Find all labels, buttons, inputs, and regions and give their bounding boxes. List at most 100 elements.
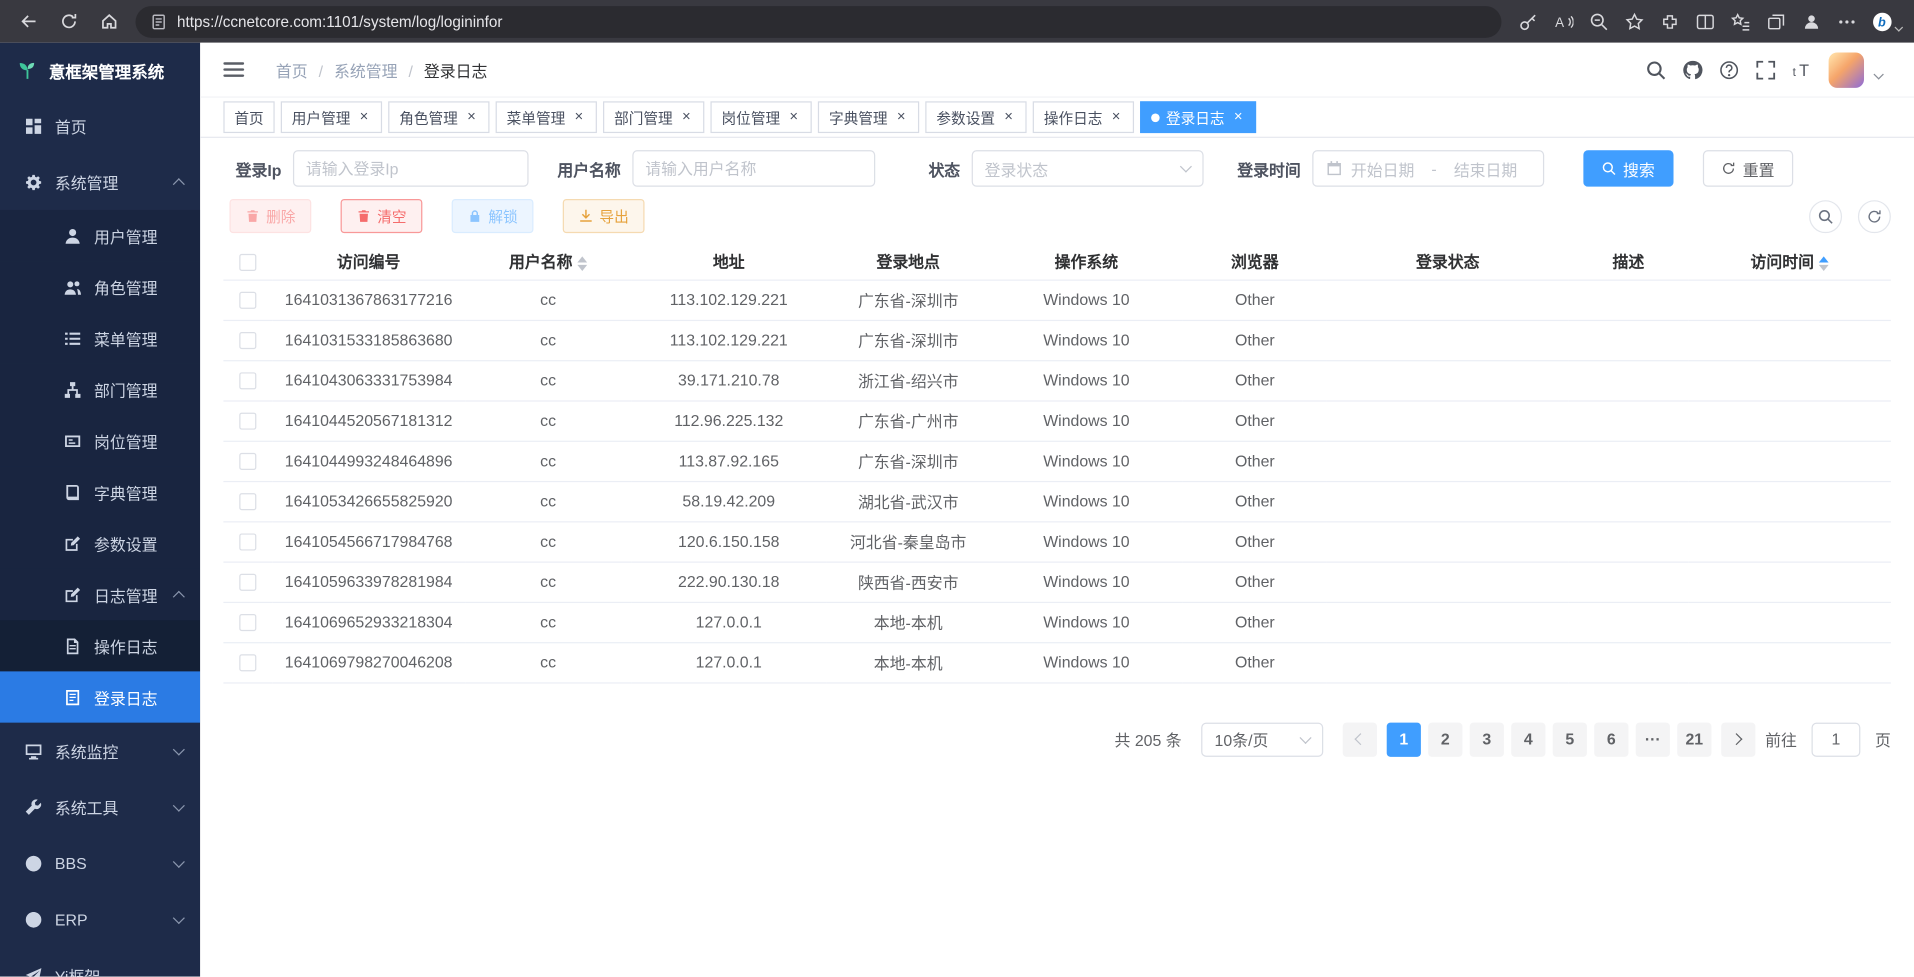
username-input[interactable]: [632, 150, 875, 187]
page-size-select[interactable]: 10条/页: [1201, 722, 1323, 756]
ip-input[interactable]: [292, 150, 528, 187]
page-number-button[interactable]: 2: [1428, 722, 1462, 756]
column-header[interactable]: 用户名称: [465, 243, 631, 280]
reload-icon[interactable]: [52, 5, 85, 38]
tab[interactable]: 操作日志: [1033, 101, 1134, 133]
sidebar-item[interactable]: 日志管理: [0, 569, 200, 620]
row-checkbox[interactable]: [239, 332, 256, 349]
sort-carets[interactable]: [577, 256, 587, 271]
page-number-button[interactable]: 3: [1470, 722, 1504, 756]
tab[interactable]: 参数设置: [925, 101, 1026, 133]
sort-desc-icon[interactable]: [1819, 265, 1829, 271]
question-icon[interactable]: [1719, 59, 1740, 80]
column-header[interactable]: 登录状态: [1327, 243, 1569, 280]
column-header[interactable]: 访问时间: [1688, 243, 1891, 280]
row-checkbox[interactable]: [239, 534, 256, 551]
row-checkbox[interactable]: [239, 292, 256, 309]
sort-desc-icon[interactable]: [577, 265, 587, 271]
row-checkbox[interactable]: [239, 655, 256, 672]
tab-close-icon[interactable]: [1109, 110, 1124, 125]
tab[interactable]: 首页: [223, 101, 274, 133]
toggle-search-icon[interactable]: [1809, 200, 1842, 233]
sidebar-item[interactable]: Yi框架: [0, 947, 200, 976]
breadcrumb-item[interactable]: 首页: [276, 58, 308, 81]
sidebar-item[interactable]: 登录日志: [0, 671, 200, 722]
sort-asc-icon[interactable]: [1819, 256, 1829, 262]
search-icon[interactable]: [1646, 59, 1667, 80]
profile-icon[interactable]: [1794, 5, 1827, 38]
clear-button[interactable]: 清空: [341, 199, 423, 233]
breadcrumb-item[interactable]: 系统管理: [308, 58, 398, 81]
sidebar-item[interactable]: 字典管理: [0, 466, 200, 517]
sidebar-item[interactable]: 参数设置: [0, 518, 200, 569]
page-number-button[interactable]: 1: [1387, 722, 1421, 756]
row-checkbox[interactable]: [239, 494, 256, 511]
row-checkbox[interactable]: [239, 614, 256, 631]
user-avatar[interactable]: [1829, 52, 1864, 87]
row-checkbox[interactable]: [239, 373, 256, 390]
github-icon[interactable]: [1682, 59, 1703, 80]
sidebar-item[interactable]: 操作日志: [0, 620, 200, 671]
sidebar-item[interactable]: 系统工具: [0, 779, 200, 835]
tab[interactable]: 登录日志: [1140, 101, 1256, 133]
tab-close-icon[interactable]: [1231, 110, 1246, 125]
next-page-button[interactable]: [1721, 722, 1755, 756]
home-icon[interactable]: [93, 5, 126, 38]
refresh-table-icon[interactable]: [1858, 200, 1891, 233]
sidebar-item[interactable]: 系统管理: [0, 154, 200, 210]
tab-close-icon[interactable]: [679, 110, 694, 125]
sidebar-item[interactable]: 首页: [0, 98, 200, 154]
row-checkbox[interactable]: [239, 574, 256, 591]
tab[interactable]: 部门管理: [603, 101, 704, 133]
favorite-star-icon[interactable]: [1617, 5, 1650, 38]
select-all-checkbox[interactable]: [239, 253, 256, 270]
chevron-down-icon[interactable]: [1873, 69, 1883, 79]
sidebar-item[interactable]: 系统监控: [0, 723, 200, 779]
column-header[interactable]: 地址: [631, 243, 826, 280]
favorites-bar-icon[interactable]: [1724, 5, 1757, 38]
column-header[interactable]: 登录地点: [826, 243, 990, 280]
tab[interactable]: 岗位管理: [711, 101, 812, 133]
sidebar-collapse-icon[interactable]: [223, 62, 244, 77]
tab[interactable]: 用户管理: [281, 101, 382, 133]
search-button[interactable]: 搜索: [1583, 150, 1673, 187]
read-aloud-icon[interactable]: A: [1547, 5, 1580, 38]
sidebar-item[interactable]: 岗位管理: [0, 415, 200, 466]
tab-close-icon[interactable]: [356, 110, 371, 125]
status-select[interactable]: 登录状态: [971, 150, 1203, 187]
tab-close-icon[interactable]: [894, 110, 909, 125]
row-checkbox[interactable]: [239, 453, 256, 470]
prev-page-button[interactable]: [1343, 722, 1377, 756]
page-number-button[interactable]: 5: [1553, 722, 1587, 756]
date-range-picker[interactable]: 开始日期 - 结束日期: [1312, 150, 1544, 187]
sidebar-item[interactable]: 用户管理: [0, 210, 200, 261]
collections-icon[interactable]: [1759, 5, 1792, 38]
column-header[interactable]: 操作系统: [990, 243, 1183, 280]
more-icon[interactable]: [1830, 5, 1863, 38]
extensions-icon[interactable]: [1653, 5, 1686, 38]
tab-close-icon[interactable]: [464, 110, 479, 125]
column-header[interactable]: 描述: [1569, 243, 1689, 280]
unlock-button[interactable]: 解锁: [452, 199, 534, 233]
breadcrumb-item[interactable]: 登录日志: [398, 58, 488, 81]
sort-asc-icon[interactable]: [577, 256, 587, 262]
page-number-button[interactable]: ···: [1636, 722, 1670, 756]
tab-close-icon[interactable]: [1001, 110, 1016, 125]
page-number-button[interactable]: 21: [1677, 722, 1711, 756]
column-header[interactable]: 访问编号: [272, 243, 465, 280]
reset-button[interactable]: 重置: [1702, 150, 1792, 187]
goto-page-input[interactable]: [1811, 722, 1860, 756]
sidebar-item[interactable]: BBS: [0, 835, 200, 891]
fullscreen-icon[interactable]: [1755, 59, 1776, 80]
url-bar[interactable]: https://ccnetcore.com:1101/system/log/lo…: [135, 5, 1501, 37]
sidebar-item[interactable]: 部门管理: [0, 364, 200, 415]
tab-close-icon[interactable]: [786, 110, 801, 125]
row-checkbox[interactable]: [239, 413, 256, 430]
sidebar-item[interactable]: 菜单管理: [0, 312, 200, 363]
tab[interactable]: 角色管理: [388, 101, 489, 133]
column-header[interactable]: 浏览器: [1183, 243, 1327, 280]
zoom-out-icon[interactable]: [1582, 5, 1615, 38]
tab[interactable]: 菜单管理: [496, 101, 597, 133]
key-icon[interactable]: [1511, 5, 1544, 38]
font-size-icon[interactable]: tT: [1792, 59, 1813, 80]
